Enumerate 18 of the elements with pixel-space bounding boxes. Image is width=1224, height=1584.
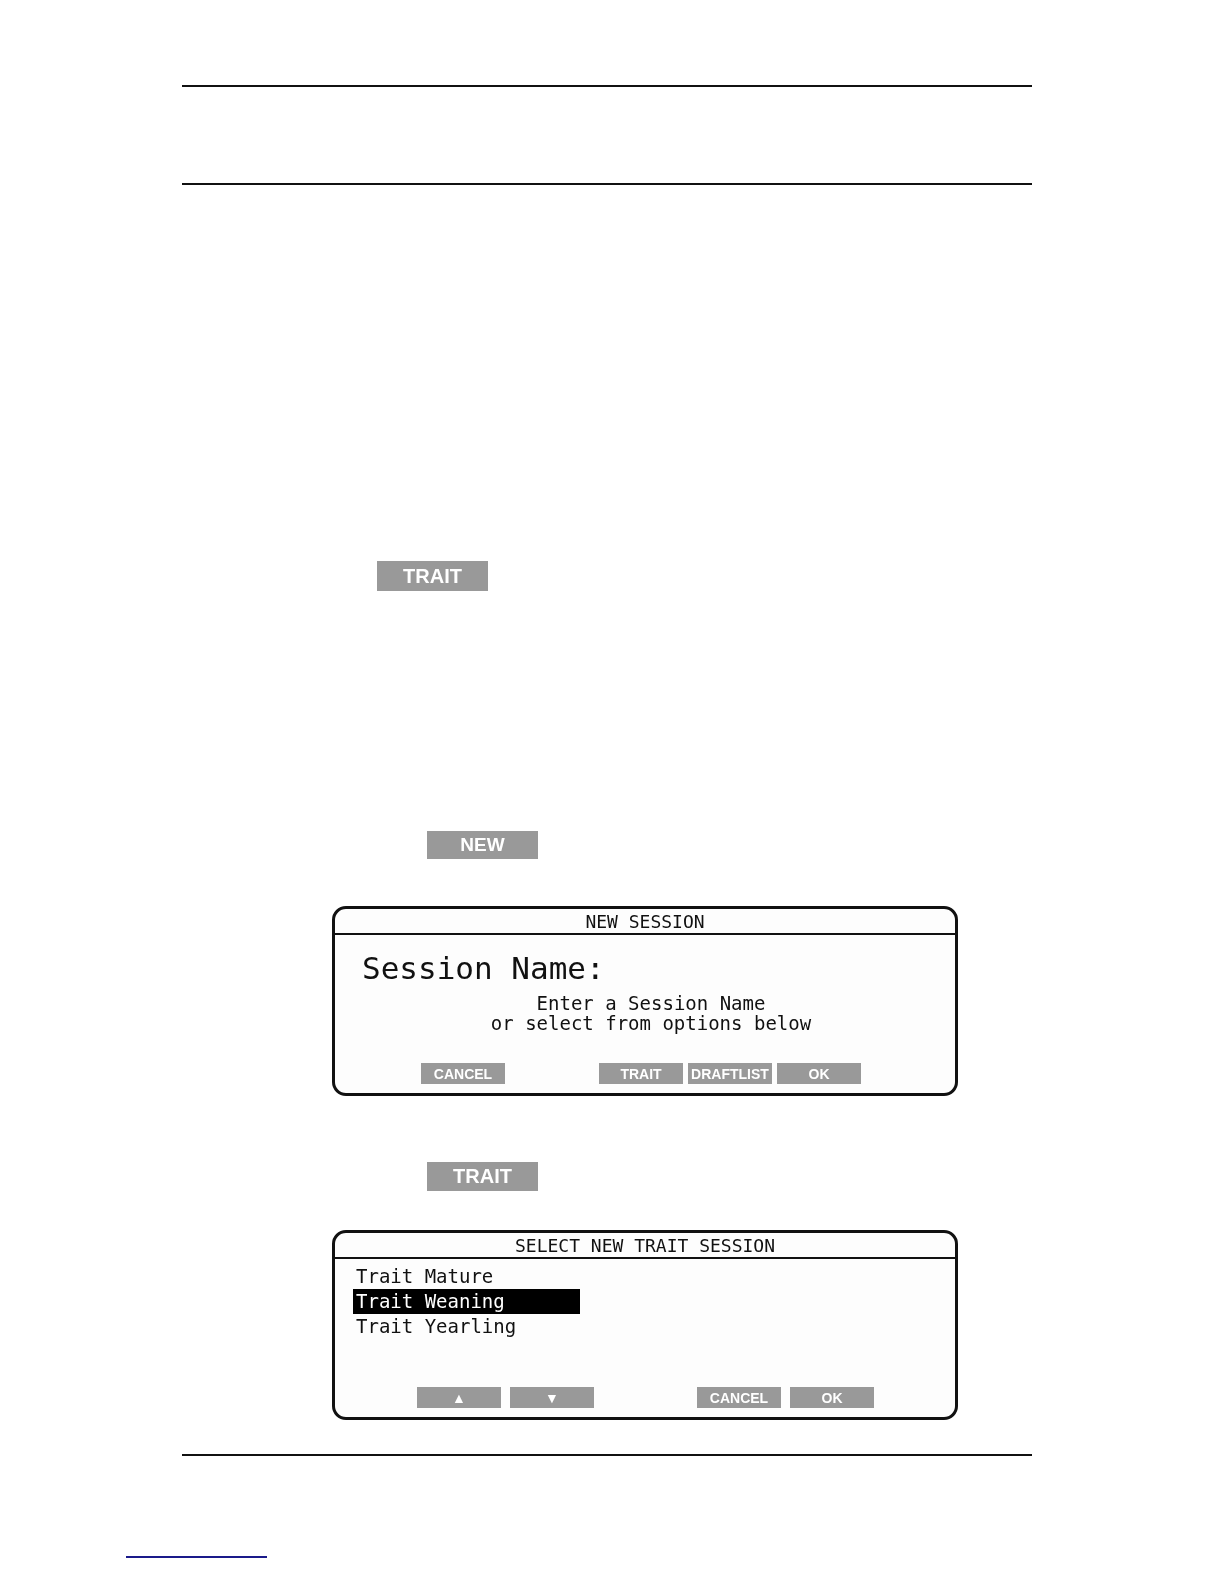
dialog-button[interactable]: DRAFTLIST <box>688 1063 772 1084</box>
dialog-title: SELECT NEW TRAIT SESSION <box>335 1233 955 1259</box>
hint-text: Enter a Session Name or select from options below <box>489 993 813 1034</box>
trait-button[interactable]: TRAIT <box>427 1162 538 1191</box>
trait-button[interactable]: TRAIT <box>377 561 488 591</box>
dialog-button[interactable]: OK <box>790 1387 874 1408</box>
dialog-button[interactable]: ▼ <box>510 1387 594 1408</box>
dialog-button[interactable]: CANCEL <box>697 1387 781 1408</box>
session-list-item[interactable]: Trait Mature <box>353 1264 580 1289</box>
new-button[interactable]: NEW <box>427 831 538 859</box>
dialog-button[interactable]: ▲ <box>417 1387 501 1408</box>
session-list-item[interactable]: Trait Yearling <box>353 1314 580 1339</box>
session-list-item[interactable]: Trait Weaning <box>353 1289 580 1314</box>
session-name-heading: Session Name: <box>362 951 606 986</box>
dialog-button[interactable]: TRAIT <box>599 1063 683 1084</box>
dialog-button[interactable]: CANCEL <box>421 1063 505 1084</box>
dialog-title: NEW SESSION <box>335 909 955 935</box>
dialog-button[interactable]: OK <box>777 1063 861 1084</box>
